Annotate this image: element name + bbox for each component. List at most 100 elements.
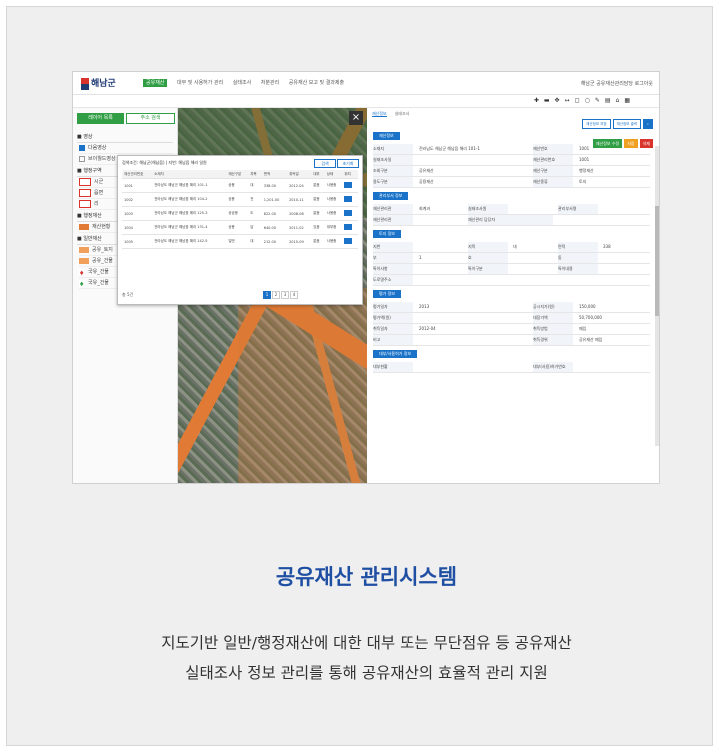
table-cell: 2010-11	[287, 192, 312, 207]
tab-property-info[interactable]: 재산정보	[372, 111, 387, 117]
column-header: 재산관리번호	[122, 170, 153, 179]
menu-item-survey[interactable]: 실태조사	[233, 80, 251, 86]
table-cell: 대	[248, 178, 262, 193]
table-cell: 1004	[122, 220, 153, 235]
table-cell: 1001	[122, 178, 153, 193]
table-cell: 전라남도 해남군 해남읍 해리 101-1	[152, 178, 227, 193]
area-icon[interactable]: ◻	[575, 97, 585, 104]
checkbox-icon[interactable]	[79, 144, 85, 151]
table-cell: 2012-04	[287, 178, 312, 193]
section-price: 평가 정보	[373, 290, 401, 298]
table-cell: 사용중	[324, 192, 343, 207]
marker-icon: ♦	[79, 279, 85, 288]
app-logo[interactable]: 해남군	[81, 76, 116, 90]
user-info[interactable]: 해남군 공유재산관리담당 로그아웃	[581, 80, 653, 87]
page-button[interactable]: 3	[281, 291, 289, 299]
main-menu: 공유재산 대부 및 사용허가 관리 실태조사 처분관리 공유재산 보고 및 결과…	[143, 79, 352, 87]
table-cell: 일반	[226, 234, 249, 249]
pin-icon[interactable]: ✎	[595, 97, 605, 104]
search-button[interactable]: 검색	[314, 159, 336, 168]
caption-line-2: 실태조사 정보 관리를 통해 공유재산의 효율적 관리 지원	[185, 664, 548, 682]
home-icon[interactable]: ⌂	[616, 97, 625, 104]
circle-icon[interactable]: ○	[585, 97, 595, 104]
scrollbar[interactable]	[655, 146, 659, 446]
swatch-icon	[79, 246, 89, 253]
print-info-button[interactable]: 재산정보 출력	[612, 119, 642, 129]
popup-header: 검색조건: 해남군(해남읍) | 지번: 해남읍 해리 일원	[122, 160, 207, 165]
field-row: 비고 취득경위 공유재산 매입	[373, 335, 650, 346]
section-loan: 대부/사용허가 정보	[373, 350, 418, 358]
layer-section-imagery[interactable]: ■ 영상	[77, 132, 173, 143]
layer-item[interactable]: 다음영상	[79, 143, 173, 154]
checkbox-icon[interactable]	[79, 155, 85, 162]
search-icon[interactable]: ⌕	[643, 119, 653, 129]
field-row: 평가일자 2013 공시지가(원) 150,000	[373, 302, 650, 313]
table-row[interactable]: 1004 전라남도 해남군 해남읍 해리 131-4 공용 답 640.00 2011-0…	[122, 220, 358, 235]
zoom-out-icon[interactable]: ▬	[544, 97, 555, 104]
page-button[interactable]: 1	[263, 291, 271, 299]
field-row: 평가액(원) 대장가액 50,700,000	[373, 313, 650, 324]
map-toolbar: ✚▬✥↔◻○✎▤⌂▦	[73, 95, 659, 108]
zoom-in-icon[interactable]: ✚	[534, 97, 544, 104]
column-header: 상태	[324, 170, 343, 179]
measure-icon[interactable]: ↔	[565, 97, 575, 104]
detail-tabs: 재산정보 실태조사	[372, 111, 409, 117]
print-icon[interactable]: ▤	[605, 97, 616, 104]
property-detail-panel: 재산정보 실태조사 재산정보 저장 재산정보 출력 ⌕ 재산정보 수정 저장 삭제 재산정…	[368, 108, 659, 483]
column-header: 취득일	[287, 170, 312, 179]
field-row: 실태조사일 재산관리번호 1001	[373, 155, 650, 166]
field-row: 대부현황 대부(사용)허가번호	[373, 362, 650, 373]
field-row: 지번 지목 대 면적 338	[373, 242, 650, 253]
table-cell: 전라남도 해남군 해남읍 해리 125-3	[152, 206, 227, 221]
result-count: 총 5건	[122, 292, 134, 297]
detail-top-buttons: 재산정보 저장 재산정보 출력 ⌕	[580, 110, 653, 129]
table-cell: 1003	[122, 206, 153, 221]
table-cell: 전라남도 해남군 해남읍 해리 131-4	[152, 220, 227, 235]
tab-address-search[interactable]: 주소 검색	[126, 113, 175, 124]
caption-title: 공유재산 관리시스템	[275, 565, 458, 589]
map-parcel-overlay	[238, 288, 367, 483]
layer-icon[interactable]: ▦	[624, 97, 635, 104]
table-cell: 338.00	[261, 178, 288, 193]
locate-button[interactable]	[344, 182, 353, 188]
table-cell: 없음	[311, 178, 325, 193]
tab-layer-list[interactable]: 레이어 목록	[77, 113, 124, 124]
table-cell: 1,201.00	[261, 192, 288, 207]
menu-item-report[interactable]: 공유재산 보고 및 결과제출	[289, 80, 344, 86]
table-cell: 답	[248, 220, 262, 235]
locate-button[interactable]	[344, 238, 353, 244]
table-cell: 대	[248, 234, 262, 249]
table-row[interactable]: 1005 전라남도 해남군 해남읍 해리 142-5 일반 대 212.00 2015-0…	[122, 234, 358, 249]
menu-item-disposal[interactable]: 처분관리	[261, 80, 279, 86]
table-header-row: 재산관리번호 소재지 재산구분 지목 면적 취득일 대부 상태 위치	[122, 170, 358, 179]
save-info-button[interactable]: 재산정보 저장	[582, 119, 611, 129]
tab-survey[interactable]: 실태조사	[395, 111, 410, 116]
table-row[interactable]: 1001 전라남도 해남군 해남읍 해리 101-1 공용 대 338.00 2012-0…	[122, 178, 358, 193]
table-cell: 없음	[311, 206, 325, 221]
page-button[interactable]: 2	[272, 291, 280, 299]
section-management: 관리부서 정보	[373, 192, 409, 200]
haenam-logo-icon	[81, 77, 89, 90]
locate-button[interactable]	[344, 210, 353, 216]
table-row[interactable]: 1003 전라남도 해남군 해남읍 해리 125-3 공공용 도 822.00 2008-…	[122, 206, 358, 221]
table-cell: 2008-06	[287, 206, 312, 221]
pan-icon[interactable]: ✥	[555, 97, 565, 104]
reset-button[interactable]: 초기화	[337, 159, 359, 168]
field-row: 특이사항 특이구분 특이내용	[373, 264, 650, 275]
swatch-icon	[79, 199, 91, 208]
table-cell: 212.00	[261, 234, 288, 249]
app-header: 해남군 공유재산 대부 및 사용허가 관리 실태조사 처분관리 공유재산 보고 …	[73, 72, 659, 95]
table-cell: 있음	[311, 220, 325, 235]
locate-button[interactable]	[344, 196, 353, 202]
table-row[interactable]: 1002 전라남도 해남군 해남읍 해리 104-2 공용 전 1,201.00 2010…	[122, 192, 358, 207]
menu-item-lease[interactable]: 대부 및 사용허가 관리	[177, 80, 223, 86]
close-icon[interactable]: ×	[349, 111, 363, 125]
column-header: 지목	[248, 170, 262, 179]
locate-button[interactable]	[344, 224, 353, 230]
menu-item-property[interactable]: 공유재산	[143, 79, 168, 87]
column-header: 소재지	[152, 170, 227, 179]
field-row: 취득일자 2012-04 취득방법 매입	[373, 324, 650, 335]
page-button[interactable]: 4	[290, 291, 298, 299]
scrollbar-thumb[interactable]	[655, 206, 659, 316]
search-result-popup: 검색조건: 해남군(해남읍) | 지번: 해남읍 해리 일원 검색 초기화 재산…	[117, 155, 363, 305]
